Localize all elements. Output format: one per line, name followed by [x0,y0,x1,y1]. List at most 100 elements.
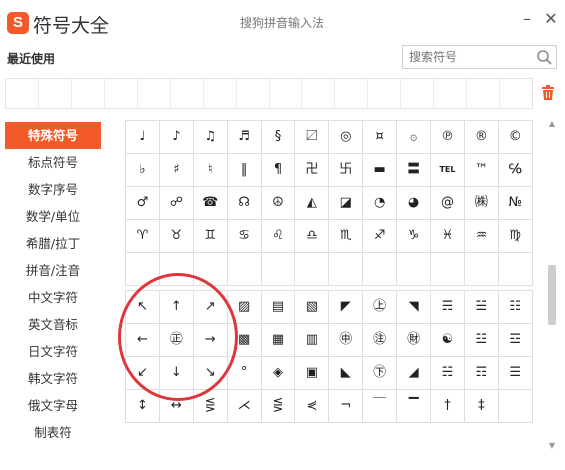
symbol-cell[interactable]: ⋚ [261,390,296,423]
recent-symbol-slot[interactable] [204,79,237,108]
symbol-cell[interactable]: ♑ [397,220,432,253]
symbol-cell[interactable]: ▤ [261,291,296,324]
symbol-cell[interactable] [227,253,262,286]
category-russian-letters[interactable]: 俄文字母 [5,392,101,419]
symbol-cell[interactable]: → [193,324,228,357]
symbol-cell[interactable]: ▣ [295,357,330,390]
symbol-cell[interactable] [498,390,533,423]
symbol-cell[interactable]: ↘ [193,357,228,390]
symbol-cell[interactable]: ℅ [498,154,533,187]
category-english-phonetics[interactable]: 英文音标 [5,311,101,338]
category-japanese-chars[interactable]: 日文字符 [5,338,101,365]
symbol-cell[interactable]: ▦ [261,324,296,357]
symbol-cell[interactable]: ◔ [363,187,398,220]
category-chinese-chars[interactable]: 中文字符 [5,284,101,311]
symbol-cell[interactable]: ☷ [498,291,533,324]
recent-symbol-slot[interactable] [171,79,204,108]
symbol-cell[interactable]: ☶ [464,357,499,390]
symbol-cell[interactable]: ♒ [464,220,499,253]
symbol-cell[interactable]: ㊟ [363,324,398,357]
recent-symbol-slot[interactable] [6,79,39,108]
recent-symbol-slot[interactable] [72,79,105,108]
symbol-cell[interactable]: ⋞ [295,390,330,423]
symbol-cell[interactable]: ° [227,357,262,390]
search-input[interactable] [403,46,533,68]
symbol-cell[interactable]: ◥ [397,291,432,324]
symbol-cell[interactable]: TEL [431,154,465,187]
category-math-units[interactable]: 数学/单位 [5,203,101,230]
symbol-cell[interactable]: ™ [464,154,499,187]
symbol-cell[interactable]: ㊥ [329,324,364,357]
symbol-cell[interactable]: ㊣ [159,324,194,357]
symbol-cell[interactable]: ♈ [126,220,160,253]
symbol-cell[interactable]: ☯ [431,324,465,357]
recent-symbol-slot[interactable] [138,79,171,108]
symbol-cell[interactable]: ¶ [261,154,296,187]
symbol-cell[interactable]: ↗ [193,291,228,324]
symbol-cell[interactable]: ♌ [261,220,296,253]
symbol-cell[interactable] [431,253,465,286]
symbol-cell[interactable]: ☰ [498,357,533,390]
recent-symbol-slot[interactable] [270,79,303,108]
symbol-cell[interactable]: ↑ [159,291,194,324]
symbol-cell[interactable]: @ [431,187,465,220]
symbol-cell[interactable]: ⋌ [227,390,262,423]
symbol-cell[interactable]: ◭ [295,187,330,220]
symbol-cell[interactable]: ☊ [227,187,262,220]
symbol-cell[interactable]: ▨ [227,291,262,324]
symbol-cell[interactable]: ® [464,121,499,154]
symbol-cell[interactable]: ☱ [464,291,499,324]
symbol-cell[interactable]: ⋚ [193,390,228,423]
minimize-button[interactable]: – [519,10,535,28]
symbol-cell[interactable]: ☲ [498,324,533,357]
symbol-cell[interactable]: ♩ [126,121,160,154]
symbol-cell[interactable]: ㈱ [464,187,499,220]
symbol-cell[interactable]: ↖ [126,291,160,324]
symbol-cell[interactable] [261,253,296,286]
symbol-cell[interactable]: ▧ [295,291,330,324]
symbol-cell[interactable]: ◎ [329,121,364,154]
symbol-cell[interactable] [329,253,364,286]
category-box-drawing[interactable]: 制表符 [5,419,101,446]
symbol-cell[interactable]: ↙ [126,357,160,390]
symbol-cell[interactable]: ☍ [159,187,194,220]
symbol-cell[interactable]: ♭ [126,154,160,187]
symbol-cell[interactable]: ☵ [431,357,465,390]
category-korean-chars[interactable]: 韩文字符 [5,365,101,392]
symbol-cell[interactable]: ‖ [227,154,262,187]
symbol-cell[interactable]: ▩ [227,324,262,357]
symbol-cell[interactable]: ㊤ [363,291,398,324]
symbol-cell[interactable]: ☳ [464,324,499,357]
symbol-cell[interactable]: 卐 [329,154,364,187]
symbol-cell[interactable]: ♫ [193,121,228,154]
symbol-cell[interactable]: ☴ [431,291,465,324]
symbol-cell[interactable]: ۞ [397,121,432,154]
symbol-cell[interactable]: ◪ [329,187,364,220]
symbol-cell[interactable]: ♍ [498,220,533,253]
symbol-cell[interactable]: ♬ [227,121,262,154]
symbol-cell[interactable]: № [498,187,533,220]
symbol-cell[interactable]: ♯ [159,154,194,187]
symbol-cell[interactable] [397,253,432,286]
symbol-cell[interactable]: ♋ [227,220,262,253]
category-special-symbols[interactable]: 特殊符号 [5,122,101,149]
symbol-cell[interactable]: § [261,121,296,154]
symbol-cell[interactable]: ¤ [363,121,398,154]
symbol-cell[interactable] [193,253,228,286]
symbol-cell[interactable]: ▥ [295,324,330,357]
symbol-cell[interactable]: ¬ [329,390,364,423]
symbol-cell[interactable]: ℗ [431,121,465,154]
symbol-cell[interactable]: ▬ [363,154,398,187]
symbol-cell[interactable]: ◤ [329,291,364,324]
scroll-thumb[interactable] [548,265,556,325]
symbol-cell[interactable]: ♎ [295,220,330,253]
recent-symbol-slot[interactable] [368,79,402,108]
scroll-up-arrow-icon[interactable]: ▲ [547,120,557,128]
recent-symbol-slot[interactable] [39,79,72,108]
symbol-cell[interactable]: 卍 [295,154,330,187]
symbol-cell[interactable]: 〓 [397,154,432,187]
symbol-cell[interactable]: 〼 [295,121,330,154]
category-number-sequence[interactable]: 数字序号 [5,176,101,203]
search-icon[interactable] [536,49,553,66]
symbol-cell[interactable]: ♊ [193,220,228,253]
